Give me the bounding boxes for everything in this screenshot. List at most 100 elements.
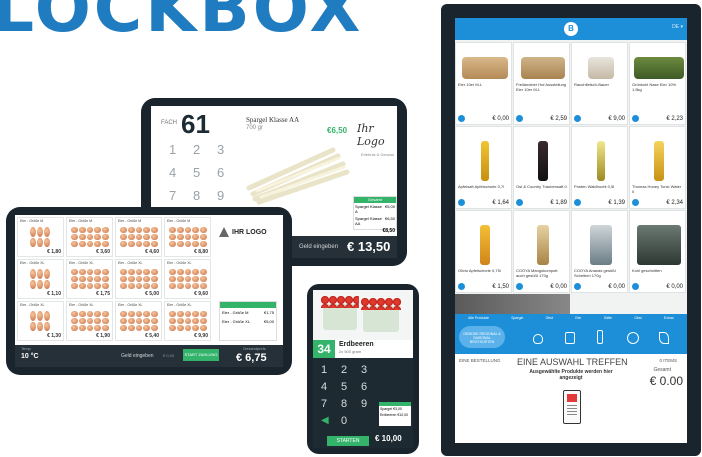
key-4[interactable]: 4 (321, 381, 341, 393)
key-0[interactable]: 0 (341, 415, 361, 427)
kiosk-product-tile[interactable]: Ost & Country Traubensaft 0 € 1,89 (513, 126, 570, 209)
kiosk-device: B DE ▾ Eier 10er M-L € 0,00 Freilandeier H… (441, 4, 701, 456)
key-7[interactable]: 7 (321, 398, 341, 410)
kiosk-product-tile[interactable]: Thomas Honey Tonic Water 0 € 2,34 (629, 126, 686, 209)
info-icon[interactable] (632, 115, 639, 122)
egg-product-tile[interactable]: Eier - Größe XL € 1,10 (17, 259, 64, 299)
total-label: Gesamt (653, 367, 671, 373)
backspace-icon[interactable]: ◀ (321, 415, 341, 427)
egg (127, 227, 135, 233)
egg (176, 269, 184, 275)
info-icon[interactable] (574, 283, 581, 290)
tile-name: Eier - Größe M (69, 219, 93, 223)
egg-product-tile[interactable]: Eier - Größe XL € 5,00 (115, 259, 162, 299)
product-tile-partial[interactable] (455, 294, 570, 314)
product-name: Olivio Apfelschorle 0,75l (458, 268, 501, 273)
kiosk-product-tile[interactable]: Eier 10er M-L € 0,00 (455, 42, 512, 125)
key-4[interactable]: 4 (169, 165, 193, 180)
egg-product-tile[interactable]: Eier - Größe XL € 5,40 (115, 301, 162, 341)
info-icon[interactable] (458, 115, 465, 122)
egg (200, 234, 207, 240)
key-7[interactable]: 7 (169, 188, 193, 203)
egg-product-tile[interactable]: Eier - Größe M € 4,60 (115, 217, 162, 257)
key-3[interactable]: 3 (217, 142, 241, 157)
info-icon[interactable] (516, 115, 523, 122)
home-logo-icon[interactable]: B (564, 22, 578, 36)
category-tab[interactable]: Säfte (604, 316, 612, 320)
egg-product-tile[interactable]: Eier - Größe XL € 1,75 (66, 259, 113, 299)
product-price: € 9,00 (608, 115, 625, 122)
milk-icon[interactable] (565, 332, 575, 344)
egg-product-tile[interactable]: Eier - Größe XL € 9,90 (164, 301, 211, 341)
egg (44, 237, 50, 247)
key-5[interactable]: 5 (193, 165, 217, 180)
egg (37, 269, 43, 279)
info-icon[interactable] (632, 283, 639, 290)
key-5[interactable]: 5 (341, 381, 361, 393)
kiosk-product-tile[interactable]: Apfelsaft Apfelschorle 0,7l € 1,64 (455, 126, 512, 209)
category-tab[interactable]: Obst (634, 316, 641, 320)
apple-icon[interactable] (627, 332, 639, 344)
kiosk-product-tile[interactable]: Grünkohl Nase Eier 10% 1,5kg € 2,23 (629, 42, 686, 125)
key-8[interactable]: 8 (341, 398, 361, 410)
egg (94, 227, 102, 233)
category-tab[interactable]: Obst (546, 316, 553, 320)
key-6[interactable]: 6 (217, 165, 241, 180)
key-1[interactable]: 1 (169, 142, 193, 157)
egg-carton-image (30, 227, 50, 247)
vegetables-icon[interactable] (533, 334, 543, 344)
key-9[interactable]: 9 (361, 398, 381, 410)
egg (151, 234, 158, 240)
egg-product-tile[interactable]: Eier - Größe XL € 9,60 (164, 259, 211, 299)
egg (169, 311, 176, 317)
egg (78, 283, 86, 289)
category-tab[interactable]: Spargel (511, 316, 523, 320)
egg-product-tile[interactable]: Eier - Größe XL € 1,90 (66, 301, 113, 341)
items-count: 0 ITEMS (659, 358, 677, 363)
egg-product-tile[interactable]: Eier - Größe M € 1,80 (17, 217, 64, 257)
info-icon[interactable] (458, 283, 465, 290)
start-button[interactable]: STARTEN (327, 436, 369, 446)
info-icon[interactable] (574, 115, 581, 122)
leaf-icon[interactable] (659, 332, 669, 344)
info-icon[interactable] (458, 199, 465, 206)
key-6[interactable]: 6 (361, 381, 381, 393)
kiosk-product-tile[interactable]: COOYA Ananas gesüßt Scheiben 170g € 0,00 (571, 210, 628, 293)
fach-number: 61 (181, 109, 210, 139)
info-icon[interactable] (516, 199, 523, 206)
egg-carton-image (169, 311, 207, 331)
egg-product-tile[interactable]: Eier - Größe M € 3,60 (66, 217, 113, 257)
egg (102, 311, 109, 317)
key-1[interactable]: 1 (321, 364, 341, 376)
product-weight: 700 gr (246, 125, 264, 131)
info-icon[interactable] (516, 283, 523, 290)
category-selected-button[interactable]: GEMÜSE REGIONAL & SAISONAL BROTSORTEN (459, 326, 505, 348)
category-tab[interactable]: Alle Produkte (468, 316, 489, 320)
kiosk-product-tile[interactable]: COOYA Mangokompott auch gesüßt 170g € 0,0… (513, 210, 570, 293)
info-icon[interactable] (632, 199, 639, 206)
kiosk-product-tile[interactable]: Kohl geschnitten € 0,00 (629, 210, 686, 293)
product-name: Erdbeeren (339, 341, 374, 348)
product-name: Thomas Honey Tonic Water 0 (632, 184, 682, 194)
kiosk-product-tile[interactable]: Freilandeier Hof Ausstellung Eier 10er M… (513, 42, 570, 125)
start-payment-button[interactable]: START ZAHLUNG (183, 349, 219, 361)
product-image (587, 57, 614, 79)
category-tab[interactable]: Extras (664, 316, 674, 320)
category-tab[interactable]: Eier (575, 316, 581, 320)
kiosk-product-tile[interactable]: Rauchfleisch-Bauer € 9,00 (571, 42, 628, 125)
egg-product-tile[interactable]: Eier - Größe XL € 1,30 (17, 301, 64, 341)
kiosk-product-tile[interactable]: Posten Waldfrucht 0,5l € 1,39 (571, 126, 628, 209)
product-image (633, 57, 684, 79)
language-select[interactable]: DE ▾ (672, 24, 683, 30)
egg-product-tile[interactable]: Eier - Größe M € 8,80 (164, 217, 211, 257)
bottle-icon[interactable] (597, 330, 603, 344)
key-2[interactable]: 2 (341, 364, 361, 376)
key-3[interactable]: 3 (361, 364, 381, 376)
key-9[interactable]: 9 (217, 188, 241, 203)
info-icon[interactable] (574, 199, 581, 206)
egg (102, 276, 109, 282)
kiosk-product-tile[interactable]: Olivio Apfelschorle 0,75l € 1,50 (455, 210, 512, 293)
temp-label: Temp (21, 346, 31, 351)
key-2[interactable]: 2 (193, 142, 217, 157)
key-8[interactable]: 8 (193, 188, 217, 203)
